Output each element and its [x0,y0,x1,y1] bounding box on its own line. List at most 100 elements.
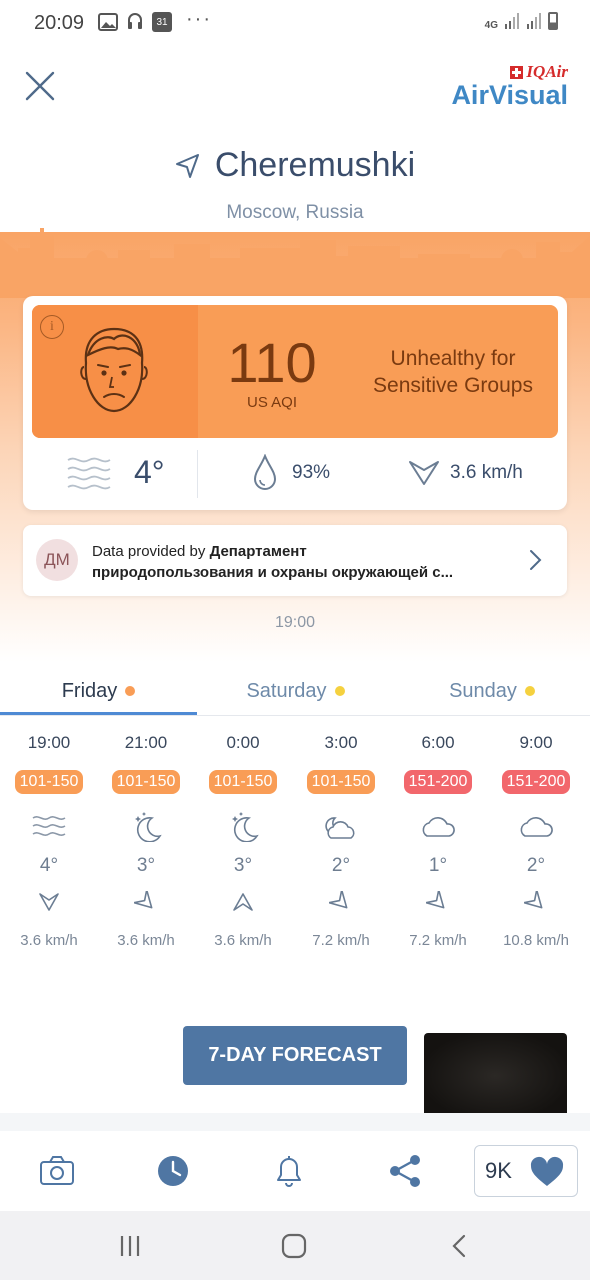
cloud-moon-icon [325,817,355,839]
bell-icon[interactable] [270,1153,308,1189]
location-header: Cheremushki [0,146,590,185]
signal-icon [527,13,541,29]
forecast-temp: 2° [526,855,546,876]
share-icon[interactable] [386,1153,424,1189]
forecast-wind: 7.2 km/h [312,932,370,949]
signal-icon [505,13,519,29]
logo-product: AirVisual [451,80,568,110]
forecast-wind: 3.6 km/h [214,932,272,949]
recent-apps-icon[interactable] [116,1233,144,1259]
day-tabs: Friday Saturday Sunday [0,668,590,716]
wind-waves-icon [67,457,111,490]
airvisual-logo: IQAir AirVisual [451,62,568,109]
forecast-wind: 7.2 km/h [409,932,467,949]
swiss-cross-icon [510,65,524,79]
wind-direction-icon [233,893,253,911]
forecast-column[interactable]: 19:00 101-150 4° 3.6 km/h [0,730,98,949]
wind-direction-icon [409,461,439,485]
divider [197,450,198,498]
last-updated-time: 19:00 [274,614,316,631]
active-tab-indicator [0,712,197,715]
forecast-time: 0:00 [226,733,260,752]
camera-icon[interactable] [38,1153,76,1189]
aqi-range-badge: 151-200 [404,770,472,794]
close-icon [25,71,55,101]
forecast-time: 19:00 [27,733,71,752]
forecast-wind: 3.6 km/h [20,932,78,949]
system-nav-bar [0,1211,590,1280]
current-weather: 4° 93% 3.6 km/h [32,446,558,502]
wind-direction-icon [425,889,445,909]
aqi-value: 110 [227,331,317,394]
forecast-temp: 3° [233,855,253,876]
bottom-action-bar: 9K [0,1131,590,1211]
aqi-range-badge: 151-200 [502,770,570,794]
city-name: Cheremushki [214,146,416,184]
info-icon[interactable]: i [40,315,64,339]
moon-stars-icon [232,812,259,843]
forecast-column[interactable]: 21:00 101-150 3° 3.6 km/h [97,730,195,949]
wind-direction-icon [39,893,59,911]
wind-waves-icon [32,816,66,836]
aqi-face-panel: i [32,305,198,438]
forecast-column[interactable]: 3:00 101-150 2° 7.2 km/h [292,730,390,949]
forecast-column[interactable]: 9:00 151-200 2° 10.8 km/h [487,730,585,949]
aqi-range-badge: 101-150 [112,770,180,794]
wind-direction-icon [133,889,153,909]
tab-sunday[interactable]: Sunday [394,668,590,714]
divider [0,1113,590,1131]
aqi-banner[interactable]: i 110 US AQI Unhealthy for Sensitive Gro… [32,305,558,438]
forecast-time: 3:00 [324,733,358,752]
video-thumbnail[interactable] [424,1033,567,1119]
forecast-time: 21:00 [124,733,168,752]
moon-stars-icon [135,812,162,843]
tab-saturday[interactable]: Saturday [197,668,394,714]
data-provider-card[interactable]: ДМ Data provided by Департамент природоп… [23,525,567,596]
current-temperature: 4° [134,454,165,490]
location-arrow-icon [175,153,199,178]
provider-prefix: Data provided by [92,543,210,560]
aqi-range-badge: 101-150 [307,770,375,794]
forecast-wind: 10.8 km/h [503,932,569,949]
heart-icon [530,1156,564,1186]
aqi-dot [524,686,535,696]
wind-direction-icon [523,889,543,909]
home-icon[interactable] [280,1233,308,1259]
calendar-icon: 31 [152,12,172,32]
seven-day-forecast-button[interactable]: 7-DAY FORECAST [183,1026,407,1085]
current-humidity: 93% [292,462,331,483]
forecast-column[interactable]: 0:00 101-150 3° 3.6 km/h [194,730,292,949]
aqi-dot [125,686,136,696]
tab-label: Sunday [449,679,517,702]
wind-direction-icon [328,889,348,909]
sad-face-icon [80,327,148,413]
more-notifications-icon: ··· [186,8,212,30]
tab-friday[interactable]: Friday [0,668,197,714]
cloud-icon [520,817,553,837]
close-button[interactable] [24,70,56,102]
city-skyline [0,228,590,298]
forecast-temp: 2° [331,855,351,876]
aqi-range-badge: 101-150 [209,770,277,794]
humidity-drop-icon [253,454,277,490]
network-type: 4G [484,20,498,31]
like-button[interactable]: 9K [474,1145,578,1197]
battery-icon [548,12,558,30]
history-clock-icon[interactable] [154,1153,192,1189]
forecast-temp: 4° [39,855,59,876]
provider-text: Data provided by Департамент природополь… [92,541,512,583]
gallery-icon [98,13,118,36]
current-wind-speed: 3.6 km/h [450,462,523,483]
forecast-column[interactable]: 6:00 151-200 1° 7.2 km/h [389,730,487,949]
forecast-temp: 3° [136,855,156,876]
aqi-status: Unhealthy for Sensitive Groups [373,347,533,397]
provider-name-line1: Департамент [209,543,307,560]
cloud-icon [422,817,455,837]
provider-avatar: ДМ [36,539,78,581]
chevron-right-icon [530,550,542,570]
city-region: Moscow, Russia [226,202,364,223]
back-icon[interactable] [446,1233,474,1259]
aqi-range-badge: 101-150 [15,770,83,794]
aqi-unit: US AQI [246,394,298,411]
tab-label: Saturday [246,679,327,702]
